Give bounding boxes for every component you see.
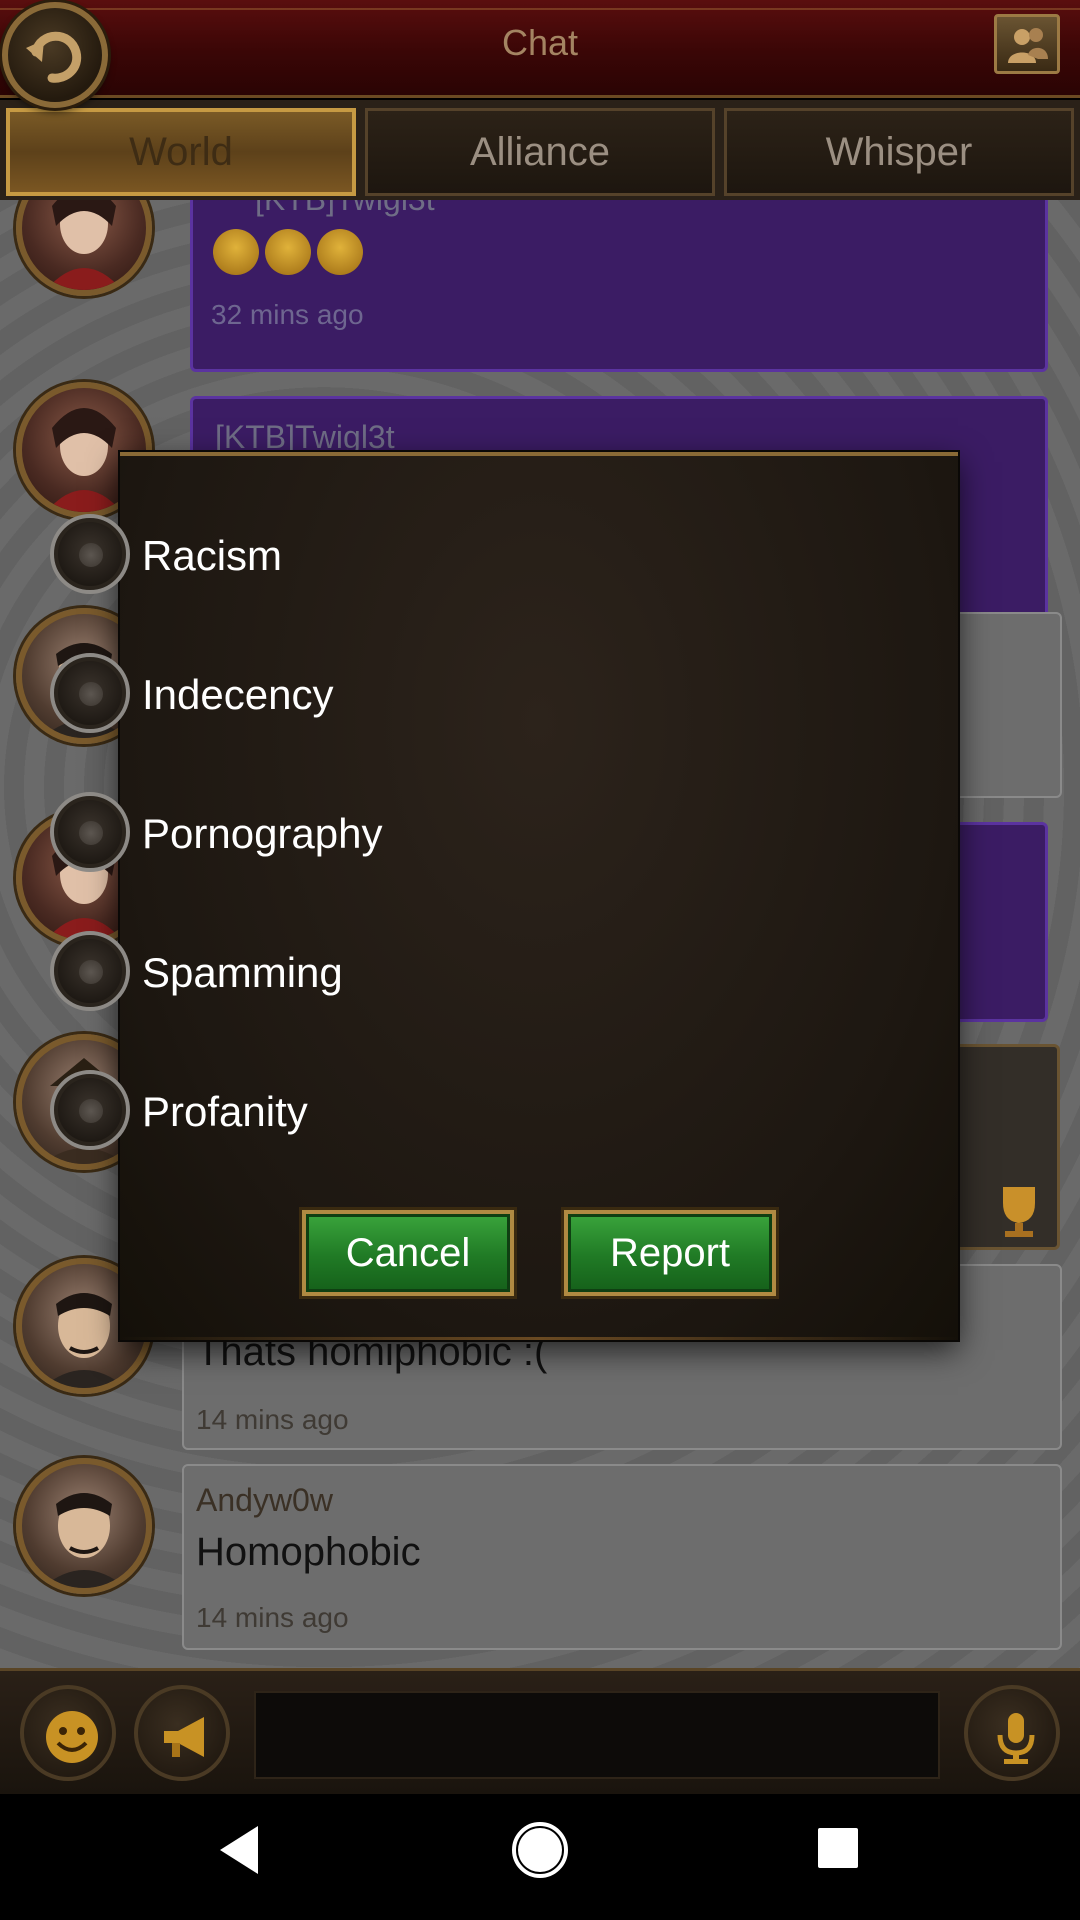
- option-label: Pornography: [142, 810, 383, 857]
- option-label: Profanity: [142, 1088, 308, 1135]
- report-option-indecency[interactable]: Indecency: [50, 653, 750, 737]
- back-arrow-icon: [26, 31, 82, 83]
- broadcast-button[interactable]: [134, 1685, 230, 1781]
- laughing-emoji-icon: [265, 229, 311, 275]
- system-nav-bar: [0, 1794, 1080, 1920]
- option-label: Spamming: [142, 949, 343, 996]
- home-nav-icon[interactable]: [512, 1820, 568, 1880]
- radio-button[interactable]: [50, 653, 130, 733]
- laughing-emoji-icon: [317, 229, 363, 275]
- message-time: 14 mins ago: [196, 1404, 349, 1435]
- list-item: Andyw0w Homophobic 14 mins ago: [182, 1464, 1062, 1650]
- voice-button[interactable]: [964, 1685, 1060, 1781]
- message-text: Homophobic: [196, 1530, 421, 1574]
- chat-input-bar: [0, 1668, 1080, 1794]
- tab-world[interactable]: World: [6, 108, 356, 196]
- avatar[interactable]: [16, 1458, 152, 1594]
- report-option-pornography[interactable]: Pornography: [50, 792, 750, 876]
- smiley-icon: [46, 1711, 98, 1763]
- message-input[interactable]: [254, 1691, 940, 1779]
- report-option-racism[interactable]: Racism: [50, 514, 750, 598]
- friends-icon: [1008, 28, 1048, 63]
- page-title: Chat: [501, 22, 579, 63]
- recents-nav-icon[interactable]: [814, 1824, 862, 1872]
- cancel-button[interactable]: Cancel: [302, 1210, 514, 1296]
- report-button[interactable]: Report: [564, 1210, 776, 1296]
- friends-button[interactable]: [994, 14, 1060, 74]
- back-button[interactable]: [2, 2, 108, 108]
- emoji-button[interactable]: [20, 1685, 116, 1781]
- message-sender: [KTB]Twigl3t: [255, 200, 435, 218]
- message-time: 32 mins ago: [211, 299, 364, 330]
- trophy-icon: [1003, 1187, 1035, 1237]
- megaphone-icon: [164, 1717, 204, 1757]
- radio-button[interactable]: [50, 1070, 130, 1150]
- message-sender: Andyw0w: [196, 1482, 333, 1518]
- message-time: 14 mins ago: [196, 1602, 349, 1633]
- microphone-icon: [997, 1713, 1035, 1764]
- radio-button[interactable]: [50, 931, 130, 1011]
- radio-button[interactable]: [50, 792, 130, 872]
- message-text: [213, 229, 369, 285]
- option-label: Racism: [142, 532, 283, 579]
- list-item: [KTB]Twigl3t 32 mins ago: [190, 200, 1048, 372]
- tab-whisper[interactable]: Whisper: [724, 108, 1074, 196]
- report-option-profanity[interactable]: Profanity: [50, 1070, 750, 1154]
- back-nav-icon[interactable]: [214, 1822, 264, 1878]
- chat-header: Chat: [0, 0, 1080, 108]
- radio-button[interactable]: [50, 514, 130, 594]
- chat-tabs: World Alliance Whisper: [0, 100, 1080, 200]
- tab-alliance[interactable]: Alliance: [365, 108, 715, 196]
- avatar[interactable]: [16, 200, 152, 296]
- message-sender: [KTB]Twigl3t: [215, 419, 395, 455]
- option-label: Indecency: [142, 671, 334, 718]
- report-option-spamming[interactable]: Spamming: [50, 931, 750, 1015]
- laughing-emoji-icon: [213, 229, 259, 275]
